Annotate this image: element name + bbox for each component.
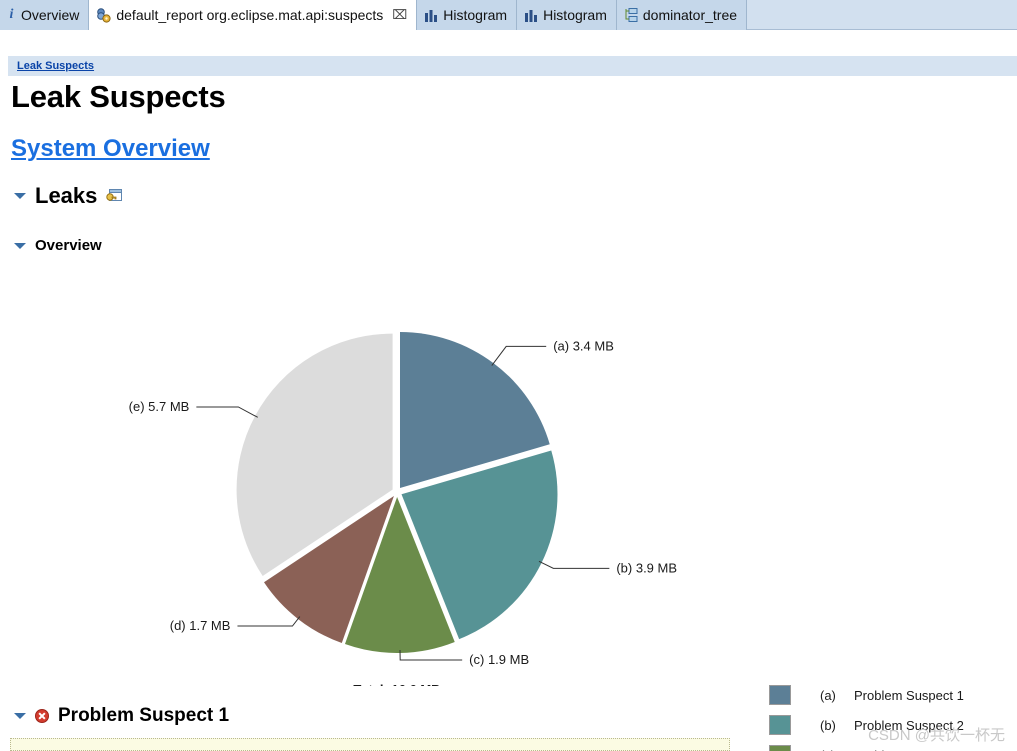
pie-total-label: Total: 16.6 MB [353,682,440,686]
legend-key: (a) [820,687,836,703]
legend-swatch [769,745,791,751]
report-icon [96,7,111,23]
tree-icon [624,8,638,22]
report-content: Leak Suspects Leak Suspects System Overv… [0,31,1017,751]
legend-label: Problem Suspect 2 [854,717,964,733]
legend-key: (c) [820,748,854,751]
pie-point-label: (a) 3.4 MB [553,338,614,353]
legend-swatch [769,685,791,705]
tab-overview[interactable]: i Overview [0,0,90,30]
pie-leader-line [237,616,301,627]
pie-leader-line [538,560,610,569]
window-key-icon [106,188,123,204]
legend-swatch [769,715,791,735]
tab-dominator-tree[interactable]: dominator_tree [616,0,748,30]
legend-item[interactable]: (a) Problem Suspect 1 [769,680,1009,710]
chevron-down-icon[interactable] [14,242,26,249]
section-title-problem-suspect: Problem Suspect 1 [58,705,230,726]
pie-point-label: (e) 5.7 MB [129,399,190,414]
tab-histogram-2[interactable]: Histogram [517,0,617,30]
section-title-leaks: Leaks [35,183,98,208]
histogram-icon [524,9,538,22]
chevron-down-icon[interactable] [14,713,26,719]
pie-chart-svg: (a) 3.4 MB (b) 3.9 MB (c) 1.9 MB (d) 1.7 MB… [129,331,677,686]
legend-key: (b) [820,717,836,733]
chart-legend: (a) Problem Suspect 1 (b) Problem Suspec… [769,680,1009,751]
histogram-icon [424,9,438,22]
pie-leader-line [196,406,258,418]
section-header-leaks[interactable]: Leaks [14,183,123,209]
chevron-down-icon[interactable] [14,193,26,199]
leak-suspects-pie-chart: (a) 3.4 MB (b) 3.9 MB (c) 1.9 MB (d) 1.7 MB… [0,266,1017,751]
tab-label: dominator_tree [642,7,738,23]
pie-slices [236,331,558,653]
section-header-problem-suspect-1[interactable]: Problem Suspect 1 [14,705,229,727]
legend-label: Problem Suspect 3 [854,748,964,751]
pie-point-label: (d) 1.7 MB [170,618,231,633]
close-icon[interactable]: ⌧ [392,7,407,23]
breadcrumb: Leak Suspects [8,56,1017,76]
pie-leader-line [491,345,547,366]
tab-label: default_report org.eclipse.mat.api:suspe… [116,7,384,23]
tab-histogram-1[interactable]: Histogram [417,0,518,30]
tab-default-report-suspects[interactable]: default_report org.eclipse.mat.api:suspe… [89,0,418,30]
tab-bar-filler [747,0,1017,29]
section-header-overview[interactable]: Overview [14,237,102,254]
tab-label: Histogram [443,7,508,23]
pie-point-label: (b) 3.9 MB [616,560,677,575]
breadcrumb-item-leak-suspects[interactable]: Leak Suspects [17,60,94,72]
legend-item[interactable]: (b) Problem Suspect 2 [769,710,1009,740]
section-title-overview: Overview [35,237,102,254]
pie-point-label: (c) 1.9 MB [469,652,529,667]
error-icon [35,709,49,723]
info-icon: i [9,7,14,22]
legend-label: Problem Suspect 1 [854,687,964,703]
editor-tab-bar: i Overview default_report org.eclipse.ma… [0,0,1017,30]
system-overview-link[interactable]: System Overview [11,135,210,163]
page-title: Leak Suspects [11,79,226,114]
tab-label: Overview [21,7,80,23]
problem-suspect-info-box [10,738,730,751]
legend-item[interactable]: (c) Problem Suspect 3 [769,740,1009,751]
tab-label: Histogram [543,7,607,23]
